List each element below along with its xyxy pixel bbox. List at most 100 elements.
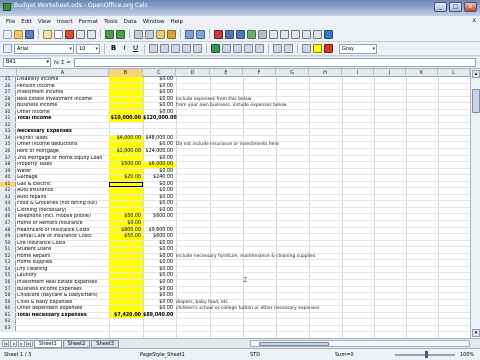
cell-monthly[interactable] <box>109 188 143 194</box>
menu-view[interactable]: View <box>38 19 51 25</box>
cell-monthly[interactable]: $800.00 <box>109 227 143 234</box>
row-header[interactable]: 39 <box>0 168 16 175</box>
minimize-button[interactable]: _ <box>434 2 447 12</box>
cell-label[interactable]: Real Estate Investment Income <box>17 97 108 103</box>
row-header[interactable]: 40 <box>0 175 16 181</box>
cell-annual[interactable]: $0.00 <box>143 208 175 214</box>
cell-note[interactable]: Do not include insurance or investments … <box>176 142 279 148</box>
row-header[interactable]: 42 <box>0 188 16 194</box>
cell-monthly[interactable] <box>109 273 143 279</box>
cell-monthly[interactable] <box>109 293 143 299</box>
percent-format-icon[interactable] <box>222 44 231 53</box>
delete-decimal-icon[interactable] <box>255 44 264 53</box>
cell-monthly[interactable]: $0.00 <box>109 221 143 227</box>
cell-annual[interactable]: $0.00 <box>143 247 175 253</box>
print-preview-icon[interactable] <box>87 29 96 39</box>
cell-annual[interactable]: $0.00 <box>143 287 175 293</box>
cell-monthly[interactable]: $500.00 <box>109 162 143 168</box>
edit-file-icon[interactable] <box>54 29 63 39</box>
cell-annual[interactable]: $0.00 <box>143 188 175 194</box>
column-header-selected[interactable]: B <box>109 69 143 77</box>
formula-input[interactable] <box>73 58 476 67</box>
cell-label[interactable]: Healthcare or Insurance Costs <box>17 228 108 234</box>
cell-label[interactable]: Childcare (daycare & babysitters) <box>17 293 108 299</box>
cell-annual[interactable]: $0.00 <box>143 103 175 109</box>
name-box[interactable]: B41 <box>3 58 51 67</box>
cell-monthly[interactable] <box>109 299 143 306</box>
styles-icon[interactable] <box>3 44 12 53</box>
cell-annual[interactable]: $9,600.00 <box>143 228 175 234</box>
column-header[interactable]: G <box>276 69 309 77</box>
cell-label[interactable]: Dental Care or Insurance Costs <box>17 234 108 240</box>
function-wizard-icon[interactable]: fx Σ = <box>54 60 71 66</box>
cell-annual[interactable]: $6,000.00 <box>143 162 175 168</box>
sheet-tab[interactable]: Sheet3 <box>91 339 119 348</box>
cell-annual[interactable]: $0.00 <box>143 201 175 207</box>
increase-indent-icon[interactable] <box>284 44 293 53</box>
row-header[interactable]: 31 <box>0 116 16 122</box>
redo-icon[interactable] <box>196 29 205 39</box>
row-header[interactable]: 34 <box>0 135 16 142</box>
row-header[interactable]: 60 <box>0 306 16 312</box>
cell-monthly[interactable] <box>109 286 143 293</box>
hyperlink-icon[interactable] <box>214 29 223 39</box>
cell-monthly[interactable] <box>109 168 143 175</box>
new-document-icon[interactable] <box>3 29 12 39</box>
cell-monthly[interactable] <box>109 109 143 116</box>
cell-annual[interactable]: $0.00 <box>143 90 175 96</box>
cell-annual[interactable]: $24,000.00 <box>143 149 175 155</box>
cell-label[interactable]: Gas & Electric <box>17 182 108 188</box>
align-right-icon[interactable] <box>171 44 180 53</box>
row-header[interactable]: 55 <box>0 273 16 279</box>
menu-file[interactable]: File <box>6 19 15 25</box>
cell-annual[interactable] <box>143 221 175 227</box>
gallery-icon[interactable] <box>291 29 300 39</box>
open-folder-icon[interactable] <box>14 29 23 39</box>
row-header[interactable]: 35 <box>0 142 16 149</box>
sort-descending-icon[interactable] <box>236 29 245 39</box>
style-select[interactable]: Gray <box>339 43 377 54</box>
cell-label[interactable]: Necessary Expenses <box>17 129 108 135</box>
cell-annual[interactable]: $0.00 <box>143 254 175 260</box>
next-sheet-button[interactable]: ▸ <box>18 340 25 347</box>
row-header[interactable]: 28 <box>0 96 16 103</box>
column-header[interactable]: I <box>342 69 374 77</box>
first-sheet-button[interactable]: |◂ <box>2 340 9 347</box>
cell-annual[interactable]: $89,040.00 <box>143 313 175 319</box>
help-icon[interactable] <box>324 29 333 39</box>
cell-monthly[interactable] <box>109 103 143 109</box>
scroll-thumb[interactable] <box>472 89 480 113</box>
row-header[interactable]: 45 <box>0 207 16 214</box>
row-header[interactable]: 30 <box>0 109 16 116</box>
row-header[interactable]: 36 <box>0 149 16 155</box>
sheet-tab[interactable]: Sheet2 <box>62 339 91 348</box>
cell-label[interactable]: Food & Groceries (not dining out) <box>17 201 108 207</box>
cell-monthly[interactable] <box>109 247 143 253</box>
cell-annual[interactable]: $0.00 <box>143 77 175 83</box>
menu-data[interactable]: Data <box>124 19 137 25</box>
cell-label[interactable]: Other Income <box>17 110 108 116</box>
row-header[interactable]: 53 <box>0 260 16 266</box>
borders-icon[interactable] <box>302 44 311 53</box>
row-header[interactable]: 37 <box>0 155 16 162</box>
insert-chart-icon[interactable] <box>247 29 256 39</box>
cell-monthly[interactable]: $50.00 <box>109 234 143 240</box>
row-header[interactable]: 48 <box>0 227 16 234</box>
sheet-tab-active[interactable]: Sheet1 <box>34 339 62 348</box>
cell-label[interactable]: Business Income Expenses <box>17 287 108 293</box>
cell-monthly[interactable] <box>109 240 143 247</box>
cell-monthly[interactable]: $4,000.00 <box>109 135 143 142</box>
row-header[interactable]: 26 <box>0 83 16 90</box>
cell-note[interactable]: diapers, baby food, etc. <box>176 300 229 306</box>
row-header[interactable]: 29 <box>0 103 16 109</box>
cell-label[interactable]: Total Necessary Expenses <box>17 313 108 319</box>
column-header[interactable]: A <box>17 69 109 77</box>
cell-label[interactable]: Other income deductions <box>17 142 108 148</box>
cell-annual[interactable]: $0.00 <box>143 97 175 103</box>
cell-annual[interactable] <box>143 129 175 135</box>
cell-monthly[interactable]: $20.00 <box>109 175 143 181</box>
row-header[interactable]: 63 <box>0 325 16 332</box>
cell-label[interactable]: Child & Baby Expenses <box>17 300 108 306</box>
cell-annual[interactable] <box>143 123 175 129</box>
sort-ascending-icon[interactable] <box>225 29 234 39</box>
